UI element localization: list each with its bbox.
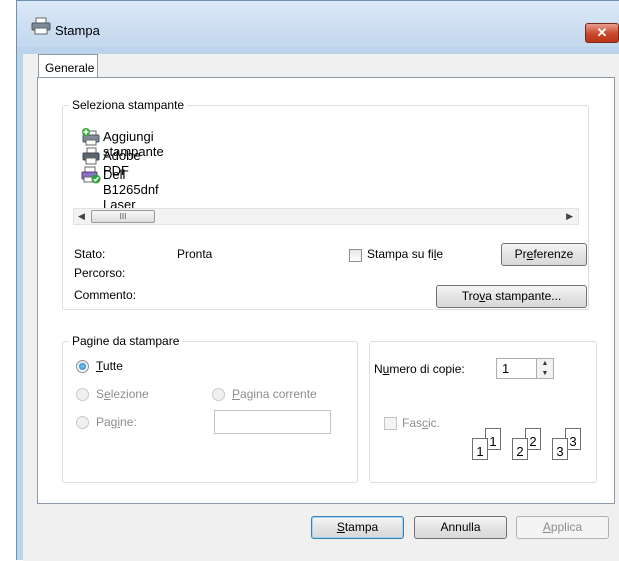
printer-list-scrollbar[interactable]: ◀ III ▶ [73,208,579,225]
tab-label: Generale [45,61,95,75]
title-bar[interactable]: Stampa ✕ [17,1,619,47]
print-dialog: Stampa ✕ Generale Seleziona stampante Ag… [16,0,619,561]
selection-label[interactable]: Selezione [96,387,149,401]
print-to-file-label[interactable]: Stampa su file [367,247,443,261]
spin-down-icon[interactable]: ▼ [537,369,553,378]
scroll-left-icon[interactable]: ◀ [78,211,85,222]
print-button[interactable]: Stampa [311,516,404,539]
find-printer-button[interactable]: Trova stampante... [436,285,587,308]
window-title: Stampa [55,23,100,38]
pages-radio[interactable] [76,416,89,429]
cancel-button[interactable]: Annulla [414,516,507,539]
dialog-body: Generale Seleziona stampante Aggiungi st… [23,54,619,561]
collate-page: 2 [512,438,528,460]
comment-label: Commento: [74,288,137,302]
pages-input[interactable] [214,410,331,434]
copies-group: Numero di copie: 1 ▲ ▼ Fascic. 1 1 2 2 3… [369,341,597,483]
group-title: Seleziona stampante [69,98,188,112]
status-value: Pronta [177,247,213,261]
select-printer-group: Seleziona stampante Aggiungi stampante A… [62,98,589,310]
all-pages-label[interactable]: Tutte [96,359,123,373]
add-printer-icon [82,128,100,146]
printer-icon [82,147,100,165]
copies-label: Numero di copie: [374,362,465,376]
collate-checkbox[interactable] [384,417,397,430]
print-to-file-checkbox[interactable] [349,249,362,262]
scroll-right-icon[interactable]: ▶ [566,211,573,222]
printer-icon [31,17,51,35]
tab-generale[interactable]: Generale [38,54,98,78]
current-page-label[interactable]: Pagina corrente [232,387,317,401]
preferences-button[interactable]: Preferenze [501,243,587,266]
apply-button[interactable]: Applica [516,516,609,539]
collate-label[interactable]: Fascic. [402,416,440,430]
status-label: Stato: [74,247,106,261]
group-title: Pagine da stampare [69,334,183,348]
copies-input[interactable]: 1 [496,358,538,379]
pages-label[interactable]: Pagine: [96,415,137,429]
page-range-group: Pagine da stampare Tutte Selezione Pagin… [62,334,358,483]
default-printer-icon [81,166,101,184]
tab-panel-generale: Seleziona stampante Aggiungi stampante A… [37,77,615,504]
collate-page: 1 [472,438,488,460]
collate-page: 3 [552,438,568,460]
close-button[interactable]: ✕ [585,23,619,43]
close-icon: ✕ [596,25,608,40]
selection-radio[interactable] [76,388,89,401]
spin-up-icon[interactable]: ▲ [537,359,553,368]
path-label: Percorso: [74,266,126,280]
all-pages-radio[interactable] [76,360,89,373]
scroll-thumb[interactable]: III [91,210,155,223]
copies-spinner[interactable]: ▲ ▼ [536,358,554,379]
current-page-radio[interactable] [212,388,225,401]
